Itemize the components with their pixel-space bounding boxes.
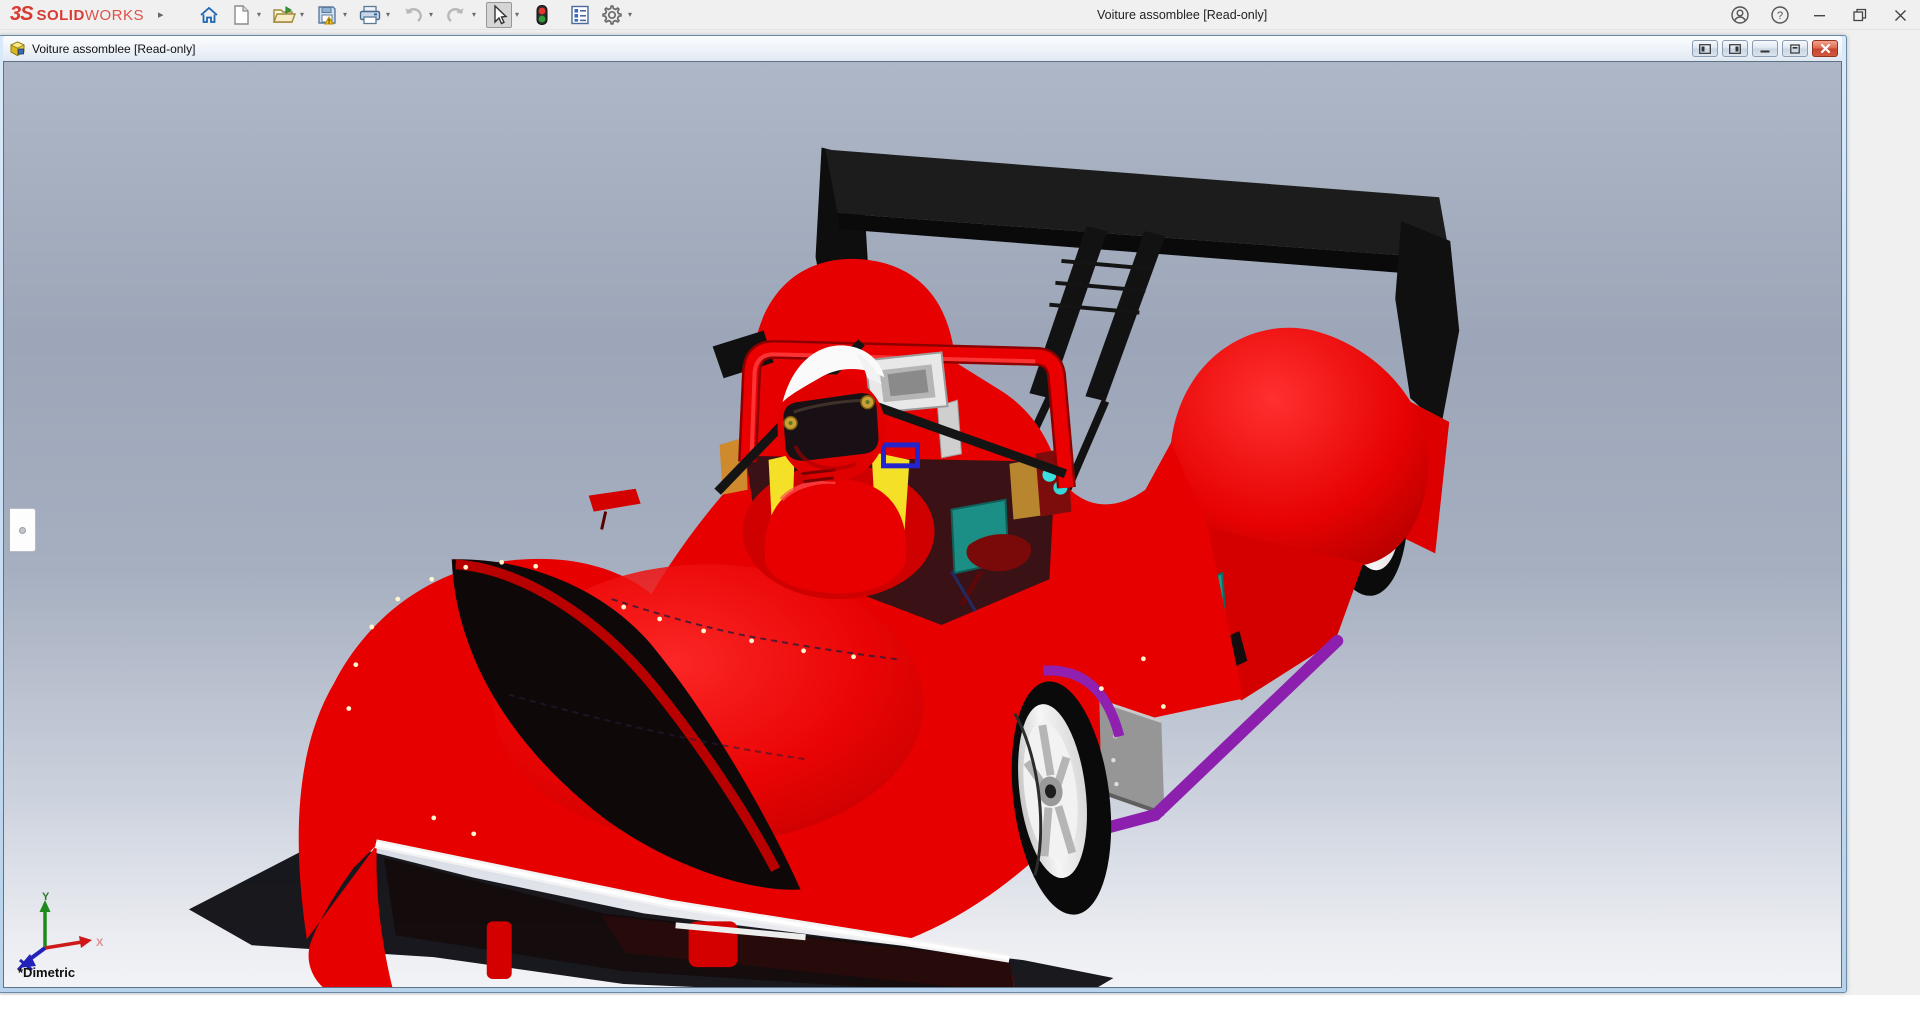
- redo-button[interactable]: [443, 2, 469, 28]
- doc-close-button[interactable]: [1812, 40, 1838, 57]
- undo-dropdown[interactable]: ▾: [426, 2, 437, 28]
- undo-button[interactable]: [400, 2, 426, 28]
- open-dropdown[interactable]: ▾: [297, 2, 308, 28]
- toolbar-flyout-arrow[interactable]: ▸: [158, 8, 164, 21]
- close-icon: [1894, 9, 1907, 22]
- new-document-button[interactable]: [228, 2, 254, 28]
- file-properties-button[interactable]: [567, 2, 593, 28]
- print-button[interactable]: [357, 2, 383, 28]
- select-dropdown[interactable]: ▾: [512, 2, 523, 28]
- redo-dropdown[interactable]: ▾: [469, 2, 480, 28]
- restore-icon: [1853, 8, 1867, 22]
- home-icon: [198, 4, 220, 26]
- document-window-buttons: [1692, 40, 1838, 57]
- close-button[interactable]: [1880, 0, 1920, 30]
- save-button[interactable]: [314, 2, 340, 28]
- logo-solid: SOLID: [36, 7, 84, 24]
- save-icon: [316, 4, 338, 26]
- select-arrow-icon: [488, 4, 510, 26]
- race-car-model[interactable]: [4, 62, 1841, 987]
- left-winglet: [589, 489, 641, 512]
- rebuild-button[interactable]: [529, 2, 555, 28]
- account-icon: [1730, 5, 1750, 25]
- print-icon: [358, 4, 382, 26]
- graphics-viewport[interactable]: Y X *Dimetric: [3, 61, 1842, 988]
- redo-icon: [445, 4, 467, 26]
- options-gear-icon: [601, 4, 623, 26]
- select-button[interactable]: [486, 2, 512, 28]
- options-button[interactable]: [599, 2, 625, 28]
- open-icon: [272, 4, 296, 26]
- minimize-icon: [1814, 9, 1826, 21]
- triad-y-label: Y: [42, 891, 50, 903]
- triad-x-label: X: [96, 937, 104, 949]
- help-button[interactable]: ?: [1760, 0, 1800, 30]
- main-toolbar: 3S SOLID WORKS ▸ ▾ ▾: [0, 0, 1920, 30]
- doc-close-icon: [1820, 44, 1831, 53]
- document-titlebar[interactable]: Voiture assomblee [Read-only]: [3, 36, 1842, 61]
- document-title: Voiture assomblee [Read-only]: [32, 42, 1692, 56]
- doc-minimize-button[interactable]: [1752, 40, 1778, 57]
- restore-button[interactable]: [1840, 0, 1880, 30]
- svg-text:?: ?: [1777, 10, 1783, 22]
- view-orientation-label: *Dimetric: [18, 965, 75, 980]
- open-button[interactable]: [271, 2, 297, 28]
- options-dropdown[interactable]: ▾: [625, 2, 636, 28]
- doc-restore-button[interactable]: [1782, 40, 1808, 57]
- mdi-area: Voiture assomblee [Read-only]: [0, 30, 1920, 995]
- logo-3s: 3S: [10, 3, 32, 26]
- app-title: Voiture assomblee [Read-only]: [1097, 0, 1267, 30]
- solidworks-logo: 3S SOLID WORKS: [10, 3, 144, 26]
- account-button[interactable]: [1720, 0, 1760, 30]
- undo-icon: [402, 4, 424, 26]
- rebuild-traffic-light-icon: [535, 4, 549, 26]
- file-properties-icon: [569, 4, 591, 26]
- help-icon: ?: [1770, 5, 1790, 25]
- logo-works: WORKS: [85, 7, 144, 24]
- feature-pane-splitter-handle[interactable]: [10, 508, 36, 552]
- pane-toggle-left-button[interactable]: [1692, 40, 1718, 57]
- minimize-button[interactable]: [1800, 0, 1840, 30]
- toolbar-buttons: ▾ ▾ ▾: [196, 0, 642, 30]
- splitter-dot-icon: [19, 527, 26, 534]
- doc-restore-icon: [1789, 44, 1801, 54]
- doc-minimize-icon: [1759, 44, 1771, 54]
- new-document-dropdown[interactable]: ▾: [254, 2, 265, 28]
- assembly-icon: [9, 41, 26, 57]
- home-button[interactable]: [196, 2, 222, 28]
- window-controls: ?: [1720, 0, 1920, 30]
- new-document-icon: [231, 4, 251, 26]
- pane-toggle-left-icon: [1699, 44, 1711, 54]
- save-dropdown[interactable]: ▾: [340, 2, 351, 28]
- document-window: Voiture assomblee [Read-only]: [0, 35, 1847, 993]
- pane-toggle-right-icon: [1729, 44, 1741, 54]
- print-dropdown[interactable]: ▾: [383, 2, 394, 28]
- pane-toggle-right-button[interactable]: [1722, 40, 1748, 57]
